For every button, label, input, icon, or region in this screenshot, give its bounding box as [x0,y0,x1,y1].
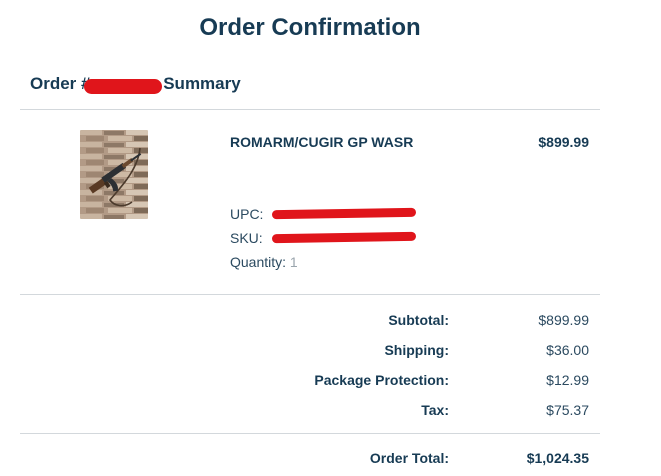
divider [20,109,600,110]
shipping-value: $36.00 [546,342,589,358]
page-title: Order Confirmation [199,14,421,41]
upc-label: UPC: [230,206,264,222]
rifle-product-photo [80,130,148,219]
product-sku: SKU: [230,229,417,247]
product-price: $899.99 [538,134,589,150]
tax-label: Tax: [421,402,449,418]
package-protection-label: Package Protection: [314,372,449,388]
shipping-label: Shipping: [384,342,449,358]
quantity-label: Quantity: [230,254,287,270]
subtotal-value: $899.99 [538,312,589,328]
divider [20,294,600,295]
divider [20,433,600,434]
package-protection-value: $12.99 [546,372,589,388]
redacted-order-number [84,79,163,95]
order-summary-suffix: Summary [163,74,241,93]
sku-label: SKU: [230,230,263,246]
redacted-upc-value [271,207,417,220]
order-total-value: $1,024.35 [526,450,589,466]
redacted-sku-value [271,231,417,244]
quantity-value: 1 [289,254,298,270]
order-confirmation-page: Order Confirmation Order # Summary ROMAR… [0,0,661,476]
order-summary-heading: Order # Summary [30,74,241,95]
order-total-label: Order Total: [369,450,449,466]
product-name: ROMARM/CUGIR GP WASR [230,134,414,150]
subtotal-label: Subtotal: [388,312,449,328]
product-quantity: Quantity: 1 [230,253,298,271]
product-upc: UPC: [230,205,417,223]
product-image [80,130,148,219]
tax-value: $75.37 [546,402,589,418]
order-number-prefix: Order # [30,74,91,93]
